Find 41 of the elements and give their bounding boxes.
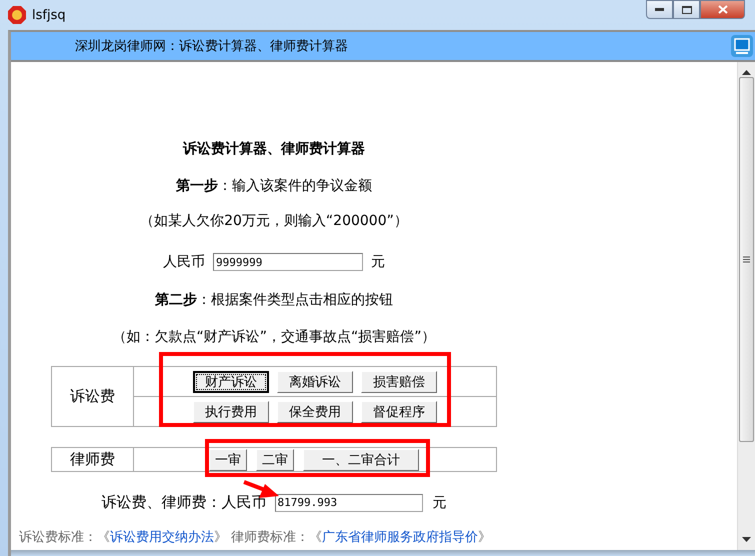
fee-button[interactable]: 损害赔偿 (361, 370, 437, 392)
fee-button[interactable]: 二审 (256, 448, 294, 470)
minimize-icon (655, 8, 664, 11)
close-icon (718, 5, 728, 14)
minimize-button[interactable] (646, 0, 673, 19)
scroll-up-icon[interactable] (742, 70, 751, 75)
standard-link[interactable]: 诉讼费用交纳办法 (110, 528, 214, 546)
footer-text: 诉讼费标准：《 (19, 529, 110, 546)
window-title: lsfjsq (32, 8, 67, 22)
app-logo-icon (8, 6, 26, 24)
page-title: 诉讼费计算器、律师费计算器 (183, 140, 365, 158)
scroll-down-icon[interactable] (742, 537, 751, 542)
fee-button[interactable]: 督促程序 (361, 400, 437, 422)
currency-label: 人民币 (163, 253, 205, 271)
footer-text: 》 (478, 529, 492, 546)
example-hint: （如：欠款点“财产诉讼”，交通事故点“损害赔偿”） (112, 328, 436, 346)
maximize-icon (682, 6, 692, 14)
fee-button[interactable]: 保全费用 (277, 400, 353, 422)
fee-button[interactable]: 一、二审合计 (303, 448, 419, 470)
fee-button[interactable]: 离婚诉讼 (277, 370, 353, 392)
result-field[interactable]: 81799.993 (274, 494, 422, 512)
unit-label: 元 (371, 253, 385, 271)
row-label: 诉讼费 (52, 367, 134, 426)
footer-text: 》 律师费标准：《 (214, 529, 322, 546)
unit-label: 元 (432, 494, 446, 512)
fee-button[interactable]: 一审 (209, 448, 247, 470)
step-one-text: 第一步：输入该案件的争议金额 (176, 177, 372, 195)
fee-button[interactable]: 财产诉讼 (193, 370, 269, 392)
amount-field[interactable]: 9999999 (213, 253, 363, 271)
scroll-thumb[interactable] (739, 77, 754, 442)
header-title: 深圳龙岗律师网：诉讼费计算器、律师费计算器 (75, 38, 349, 55)
scrollbar[interactable] (737, 62, 755, 550)
standard-link[interactable]: 广东省律师服务政府指导价 (322, 528, 478, 546)
row-label: 律师费 (52, 448, 134, 471)
grip-icon (743, 256, 750, 263)
fee-button[interactable]: 执行费用 (193, 400, 269, 422)
example-hint: （如某人欠你20万元，则输入“200000”） (140, 212, 408, 230)
monitor-icon[interactable] (731, 35, 753, 57)
step-two-text: 第二步：根据案件类型点击相应的按钮 (155, 291, 393, 309)
maximize-button[interactable] (673, 0, 700, 19)
close-button[interactable] (700, 0, 745, 19)
